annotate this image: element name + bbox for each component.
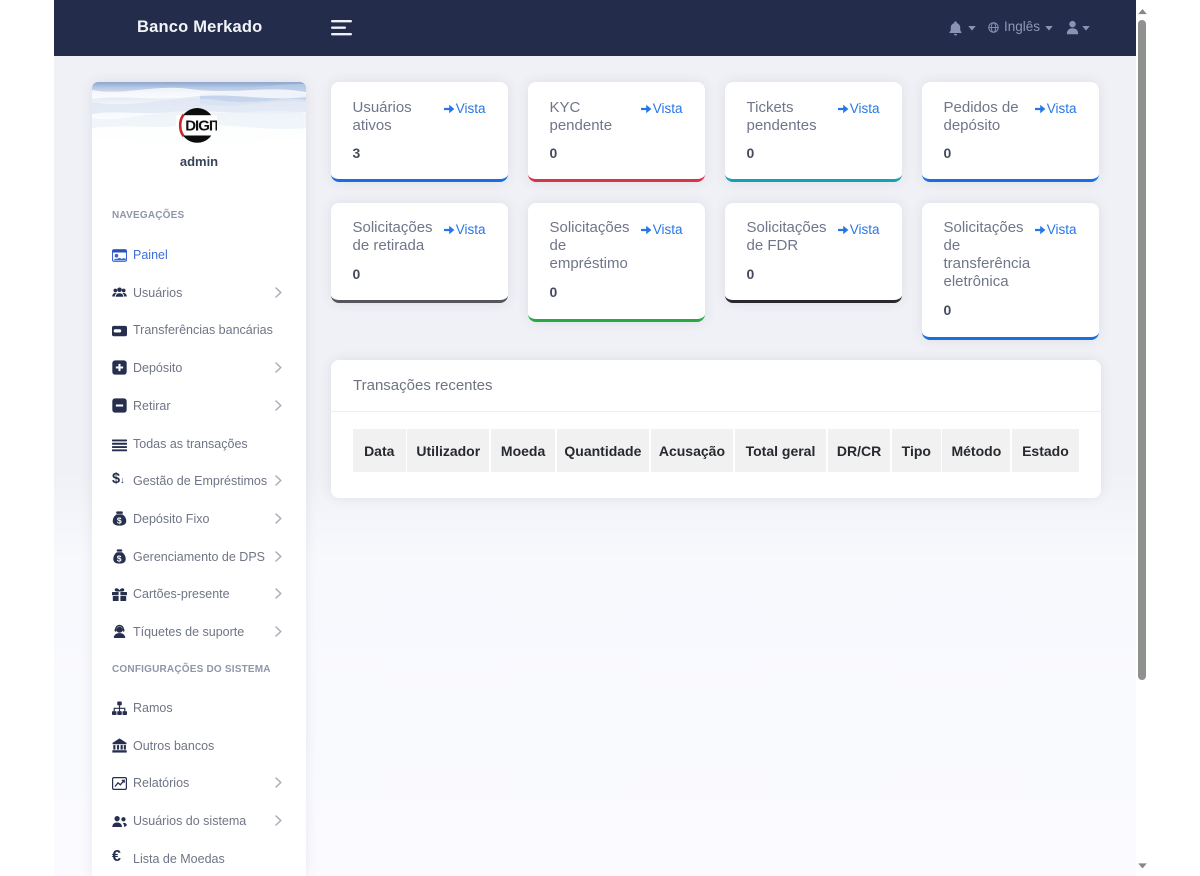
svg-text:$: $ (117, 553, 122, 563)
svg-text:$: $ (117, 515, 122, 525)
svg-text:DIGIT: DIGIT (185, 118, 217, 135)
